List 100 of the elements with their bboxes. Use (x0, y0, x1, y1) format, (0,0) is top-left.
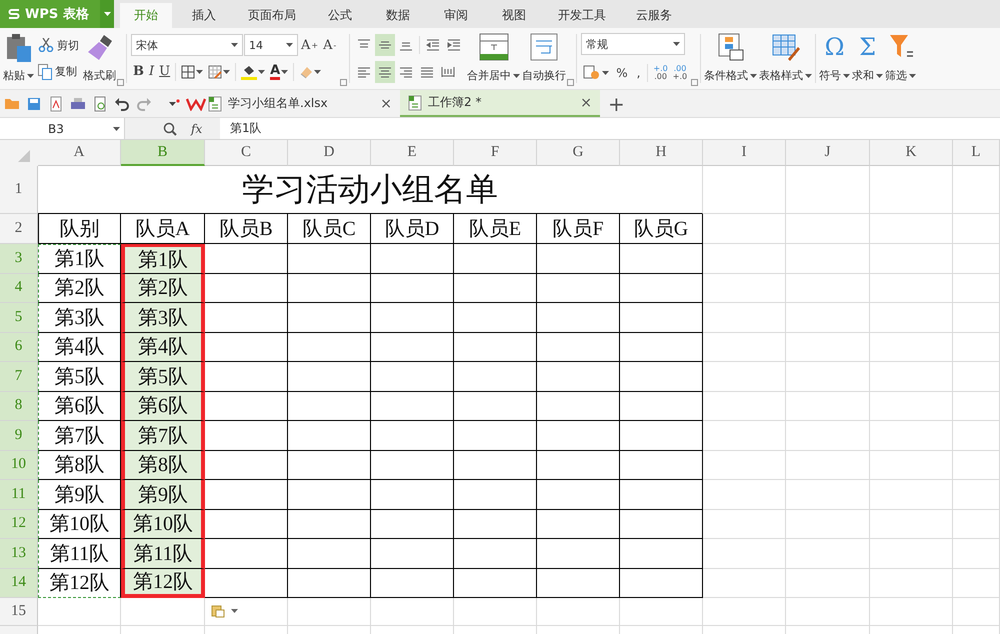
empty-cell[interactable] (620, 362, 703, 392)
bold-button[interactable]: B (131, 60, 146, 83)
ribbon-tab[interactable]: 审阅 (430, 3, 482, 28)
caret-icon[interactable] (27, 74, 34, 78)
close-tab-button[interactable]: × (380, 96, 392, 112)
conditional-format-button[interactable]: 条件格式 (703, 30, 758, 89)
underline-button[interactable]: U (157, 60, 172, 83)
empty-cell[interactable] (288, 332, 371, 362)
caret-icon[interactable] (843, 74, 850, 78)
row-number[interactable]: 2 (0, 214, 38, 244)
caret-icon[interactable] (286, 43, 293, 48)
empty-cell[interactable] (454, 303, 537, 332)
column-letter[interactable]: C (205, 140, 288, 166)
ribbon-tab[interactable]: 页面布局 (236, 3, 308, 28)
empty-cell[interactable] (537, 450, 620, 480)
dialog-launcher-icon[interactable] (340, 79, 348, 86)
caret-icon[interactable] (673, 42, 680, 46)
caret-icon[interactable] (805, 74, 812, 78)
undo-icon[interactable] (114, 96, 130, 112)
empty-cell[interactable] (620, 332, 703, 362)
empty-cell[interactable] (454, 421, 537, 450)
column-letter[interactable]: E (371, 140, 454, 166)
caret-icon[interactable] (281, 70, 288, 74)
cut-button[interactable]: 剪切 (37, 36, 80, 54)
empty-cell[interactable] (537, 421, 620, 450)
paste-options-button[interactable] (211, 604, 238, 618)
logo-icon[interactable] (186, 96, 206, 110)
app-menu-caret[interactable] (100, 0, 114, 28)
caret-icon[interactable] (231, 43, 238, 48)
empty-cell[interactable] (454, 362, 537, 392)
dialog-launcher-icon[interactable] (567, 79, 574, 86)
close-tab-button[interactable]: × (580, 94, 592, 110)
caret-icon[interactable] (602, 70, 610, 75)
empty-cell[interactable] (371, 510, 454, 539)
italic-button[interactable]: I (147, 60, 156, 83)
caret-icon[interactable] (196, 70, 204, 74)
search-icon[interactable] (163, 122, 177, 136)
table-style-button[interactable]: 表格样式 (758, 30, 814, 89)
new-tab-button[interactable]: + (600, 90, 633, 117)
ribbon-tab[interactable]: 开发工具 (546, 3, 618, 28)
empty-cell[interactable] (288, 539, 371, 568)
empty-cell[interactable] (537, 539, 620, 568)
empty-cell[interactable] (537, 480, 620, 510)
column-letter[interactable]: G (537, 140, 620, 166)
caret-icon[interactable] (231, 609, 238, 613)
empty-cell[interactable] (288, 480, 371, 510)
empty-cell[interactable] (288, 362, 371, 392)
copy-button[interactable]: 复制 (37, 62, 80, 82)
empty-cell[interactable] (620, 480, 703, 510)
empty-cell[interactable] (371, 303, 454, 332)
caret-icon[interactable] (113, 126, 120, 130)
empty-cell[interactable] (537, 510, 620, 539)
empty-cell[interactable] (371, 274, 454, 303)
name-box[interactable]: B3 (0, 118, 125, 139)
empty-cell[interactable] (620, 274, 703, 303)
empty-cell[interactable] (371, 421, 454, 450)
ribbon-tab[interactable]: 数据 (372, 3, 424, 28)
empty-cell[interactable] (371, 244, 454, 274)
format-painter-button[interactable]: 格式刷 (82, 30, 117, 89)
number-style-button[interactable]: % (612, 62, 632, 84)
empty-cell[interactable] (620, 568, 703, 598)
ribbon-tab[interactable]: 插入 (178, 3, 230, 28)
save-icon[interactable] (26, 96, 42, 112)
empty-cell[interactable] (620, 421, 703, 450)
empty-cell[interactable] (288, 274, 371, 303)
customize-caret-icon[interactable] (168, 98, 180, 108)
ribbon-tab[interactable]: 公式 (314, 3, 366, 28)
empty-cell[interactable] (454, 392, 537, 421)
empty-cell[interactable] (620, 510, 703, 539)
printer-icon[interactable] (70, 96, 86, 112)
ribbon-tab[interactable]: 视图 (488, 3, 540, 28)
font-select[interactable]: 宋体 (131, 34, 243, 56)
font-color-button[interactable]: A (268, 60, 290, 83)
empty-cell[interactable] (371, 332, 454, 362)
vertical-align-button[interactable] (375, 34, 396, 56)
column-letter[interactable]: L (953, 140, 1000, 166)
shrink-font-button[interactable]: A$^{-}$ (321, 34, 338, 56)
empty-cell[interactable] (620, 539, 703, 568)
empty-cell[interactable] (288, 303, 371, 332)
row-number[interactable]: 1 (0, 166, 38, 214)
empty-cell[interactable] (620, 244, 703, 274)
column-letter[interactable]: F (454, 140, 537, 166)
caret-icon[interactable] (750, 74, 758, 78)
ribbon-button[interactable]: 筛选 (884, 30, 918, 89)
empty-cell[interactable] (454, 510, 537, 539)
empty-cell[interactable] (288, 392, 371, 421)
empty-cell[interactable] (371, 568, 454, 598)
column-letter[interactable]: J (786, 140, 870, 166)
ribbon-tab[interactable]: 云服务 (624, 3, 684, 28)
empty-cell[interactable] (537, 332, 620, 362)
number-style-button[interactable]: , (632, 62, 644, 84)
empty-cell[interactable] (371, 392, 454, 421)
horizontal-align-button[interactable] (375, 61, 396, 84)
formula-input[interactable]: 第1队 (220, 118, 1000, 139)
column-letter[interactable]: I (703, 140, 786, 166)
column-letter[interactable]: A (38, 140, 121, 166)
empty-cell[interactable] (288, 510, 371, 539)
grow-font-button[interactable]: A$^{+}$ (299, 34, 320, 56)
column-letter[interactable]: H (620, 140, 703, 166)
ribbon-button[interactable]: Ω 符号 (818, 30, 852, 89)
